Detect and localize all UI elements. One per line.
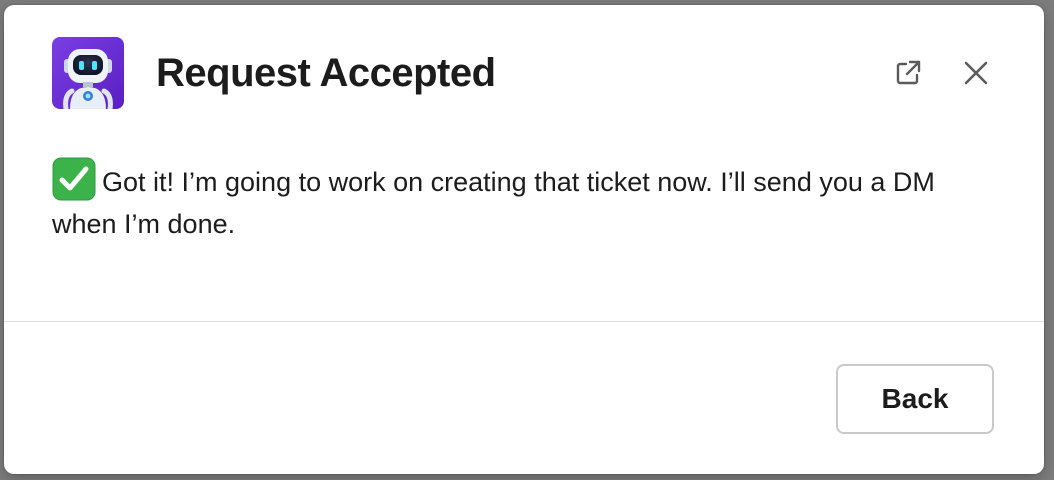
external-link-icon[interactable] [890, 55, 926, 91]
white-check-mark-emoji [52, 157, 96, 201]
back-button[interactable]: Back [836, 364, 994, 434]
dialog-footer: Back [4, 322, 1044, 474]
dialog-title: Request Accepted [156, 51, 496, 95]
dialog-header: Request Accepted [4, 5, 1044, 135]
close-icon[interactable] [958, 55, 994, 91]
message-text: Got it! I’m going to work on creating th… [52, 167, 935, 239]
request-accepted-dialog: Request Accepted Got it! I’m going to wo… [4, 5, 1044, 474]
robot-icon [52, 37, 124, 109]
dialog-message: Got it! I’m going to work on creating th… [52, 157, 992, 245]
